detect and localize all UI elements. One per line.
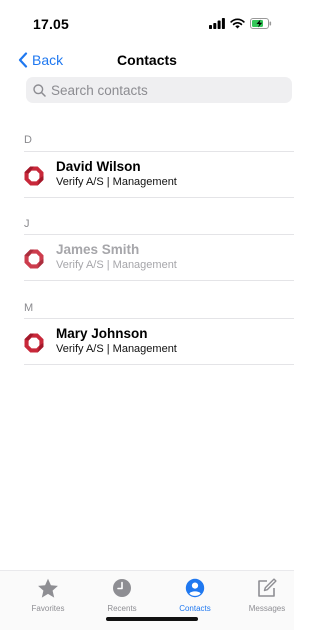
tab-messages[interactable]: Messages (232, 577, 302, 617)
signal-icon (209, 17, 225, 29)
battery-charging-icon (250, 17, 272, 29)
tab-favorites[interactable]: Favorites (13, 577, 83, 617)
status-icons (209, 17, 272, 29)
section-header-j: J (24, 218, 30, 230)
search-input[interactable] (51, 82, 271, 98)
tab-recents[interactable]: Recents (87, 577, 157, 617)
contact-row-david-wilson[interactable]: David Wilson Verify A/S | Management (0, 152, 294, 198)
tab-label: Messages (248, 604, 286, 613)
status-time: 17.05 (33, 16, 70, 32)
navigation-bar: Back Contacts (0, 44, 294, 76)
star-icon (38, 578, 58, 598)
contact-row-james-smith[interactable]: James Smith Verify A/S | Management (0, 235, 294, 281)
status-bar: 17.05 (0, 0, 294, 36)
divider (24, 280, 294, 281)
divider (24, 364, 294, 365)
section-header-m: M (24, 302, 34, 314)
tab-label: Recents (107, 604, 137, 613)
search-icon (33, 83, 46, 97)
company-logo-icon (24, 249, 44, 269)
tab-label: Favorites (31, 604, 65, 613)
contact-subtitle: Verify A/S | Management (56, 259, 177, 271)
wifi-icon (230, 17, 245, 28)
tab-contacts[interactable]: Contacts (160, 577, 230, 617)
page-title: Contacts (117, 52, 177, 68)
tab-label: Contacts (179, 604, 211, 613)
person-circle-icon (185, 578, 205, 598)
tab-bar: Favorites Recents Contacts Messages (0, 570, 294, 630)
compose-icon (258, 578, 277, 597)
contact-name: Mary Johnson (56, 326, 148, 341)
contact-row-mary-johnson[interactable]: Mary Johnson Verify A/S | Management (0, 319, 294, 365)
search-bar[interactable] (26, 77, 292, 103)
company-logo-icon (24, 333, 44, 353)
contact-subtitle: Verify A/S | Management (56, 343, 177, 355)
divider (24, 197, 294, 198)
company-logo-icon (24, 166, 44, 186)
contact-name: David Wilson (56, 159, 141, 174)
home-indicator (106, 617, 198, 621)
clock-icon (113, 579, 131, 597)
section-header-d: D (24, 134, 32, 146)
contact-subtitle: Verify A/S | Management (56, 176, 177, 188)
contact-name: James Smith (56, 242, 140, 257)
